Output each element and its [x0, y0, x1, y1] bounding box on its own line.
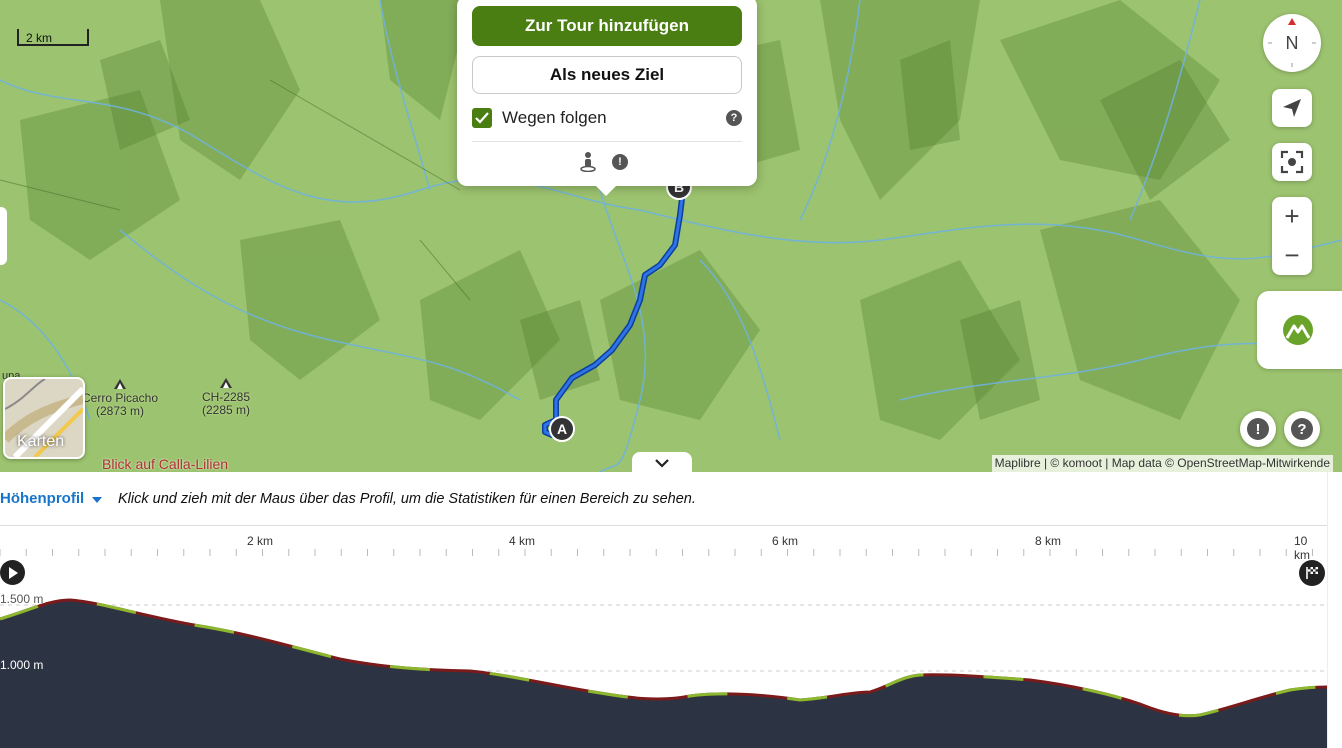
peak-cerro-picacho[interactable]: Cerro Picacho (2873 m)	[82, 379, 158, 418]
help-icon: ?	[1291, 418, 1313, 440]
peak-name: Cerro Picacho	[82, 391, 159, 405]
waypoint-popup: Zur Tour hinzufügen Als neues Ziel Wegen…	[457, 0, 757, 196]
zoom-controls: + −	[1272, 197, 1312, 275]
elevation-profile-panel: Höhenprofil Klick und zieh mit der Maus …	[0, 472, 1342, 748]
route-start-marker[interactable]: A	[549, 416, 575, 442]
peak-elevation: (2873 m)	[96, 404, 145, 418]
profile-scrollbar[interactable]	[1327, 472, 1342, 748]
follow-paths-label: Wegen folgen	[502, 108, 607, 127]
collapse-map-button[interactable]	[632, 452, 692, 472]
peak-ch-2285[interactable]: CH-2285 (2285 m)	[202, 378, 250, 417]
street-view-icon[interactable]	[580, 152, 596, 172]
focus-icon	[1280, 150, 1304, 174]
komoot-panel[interactable]	[1257, 291, 1342, 369]
komoot-logo-icon	[1283, 315, 1313, 345]
poi-label[interactable]: Blick auf Calla-Lilien	[102, 456, 228, 472]
locate-me-button[interactable]	[1272, 89, 1312, 127]
elevation-label-1500: 1.500 m	[0, 592, 44, 606]
play-button[interactable]	[0, 560, 25, 585]
map-layers-button[interactable]: Karten	[3, 377, 85, 459]
peak-icon	[220, 378, 233, 388]
follow-paths-help-icon[interactable]: ?	[726, 110, 742, 126]
map-view[interactable]: 2 km A B Cerro Picacho (2873 m) CH-2285 …	[0, 0, 1342, 472]
compass-icon	[1268, 18, 1316, 67]
report-icon[interactable]: !	[612, 154, 628, 170]
finish-marker[interactable]	[1299, 560, 1325, 586]
peak-name: CH-2285	[202, 390, 251, 404]
follow-paths-row[interactable]: Wegen folgen ?	[472, 107, 742, 129]
follow-paths-checkbox[interactable]	[472, 108, 492, 128]
distance-ticks	[0, 549, 1313, 556]
map-layers-label: Karten	[17, 433, 65, 450]
peak-elevation: (2285 m)	[202, 403, 251, 417]
finish-flag-icon	[1306, 567, 1318, 579]
compass-button[interactable]: N	[1263, 14, 1321, 72]
zoom-in-button[interactable]: +	[1272, 197, 1312, 236]
checkmark-icon	[475, 112, 489, 124]
side-panel-tab[interactable]	[0, 207, 7, 265]
add-to-tour-button[interactable]: Zur Tour hinzufügen	[472, 6, 742, 46]
new-destination-button[interactable]: Als neues Ziel	[472, 56, 742, 94]
elevation-area	[0, 600, 1327, 748]
peak-icon	[114, 379, 127, 389]
play-icon	[8, 566, 18, 579]
navigation-arrow-icon	[1283, 99, 1301, 117]
map-scale: 2 km	[17, 29, 89, 46]
map-attribution[interactable]: Maplibre | © komoot | Map data © OpenStr…	[991, 455, 1333, 472]
report-problem-button[interactable]: !	[1240, 411, 1276, 447]
chevron-down-icon	[655, 458, 669, 468]
popup-divider	[472, 141, 742, 142]
focus-route-button[interactable]	[1272, 143, 1312, 181]
popup-icon-row: !	[580, 152, 640, 172]
elevation-label-1000: 1.000 m	[0, 658, 44, 672]
zoom-out-button[interactable]: −	[1272, 236, 1312, 275]
elevation-chart[interactable]	[0, 472, 1327, 748]
report-icon: !	[1247, 418, 1269, 440]
help-button[interactable]: ?	[1284, 411, 1320, 447]
route-start-label: A	[556, 421, 568, 437]
